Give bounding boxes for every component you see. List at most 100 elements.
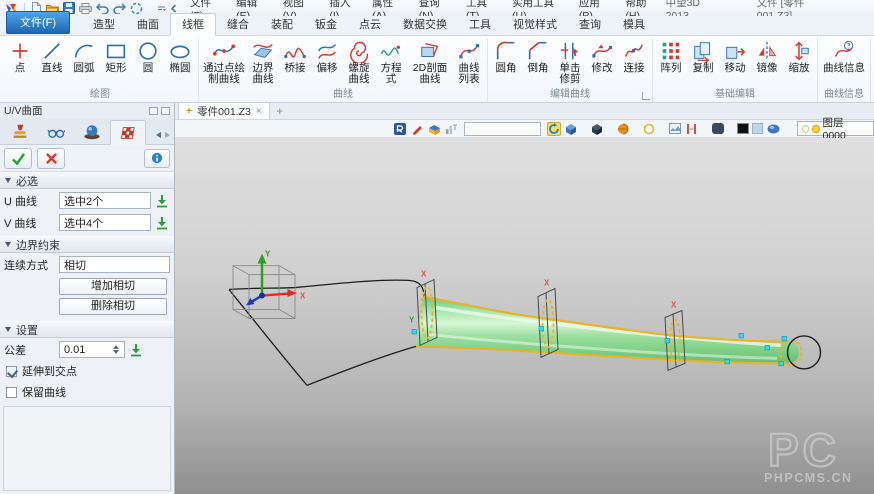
move-button[interactable]: 移动 [719,38,751,75]
curve-info-button[interactable]: 曲线信息 [820,38,868,77]
u-curve-pick-icon[interactable] [154,193,170,209]
document-tab-active[interactable]: + 零件001.Z3 × [178,102,270,119]
tolerance-pick-icon[interactable] [128,342,144,358]
collapse-ribbon-icon[interactable] [170,4,177,13]
tab-shape[interactable]: 造型 [82,14,126,35]
hatch-icon[interactable] [685,122,699,136]
mesh-surface-icon [119,124,138,142]
line-button[interactable]: 直线 [36,38,68,77]
layer-selector[interactable]: 图层0000 [797,121,874,136]
bridge-curve-button[interactable]: 桥接 [279,38,311,77]
pattern-button[interactable]: 阵列 [655,38,687,75]
section-required[interactable]: 必选 [0,172,174,189]
curve-list-button[interactable]: 曲线列表 [453,38,485,86]
face-color-swatch[interactable] [752,123,764,134]
close-tab-icon[interactable]: × [256,106,262,117]
tab-scroll-left-icon[interactable] [156,132,161,138]
extend-checkbox-row[interactable]: 延伸到交点 [0,360,174,381]
curve-through-points-button[interactable]: 通过点绘制曲线 [201,38,247,88]
rectangle-button[interactable]: 矩形 [100,38,132,77]
tab-tools[interactable]: 工具 [458,14,502,35]
tab-visibility[interactable] [38,119,74,144]
extend-checkbox[interactable] [6,366,17,377]
cancel-button[interactable] [37,148,65,169]
arc-button[interactable]: 圆弧 [68,38,100,77]
viewport-toolbar: 图层0000 [175,120,874,138]
tab-pointcloud[interactable]: 点云 [348,14,392,35]
tab-scroll-right-icon[interactable] [165,132,170,138]
edit-curve-dialog-launcher-icon[interactable] [642,92,650,100]
material-icon[interactable] [766,122,780,136]
view-combo-box[interactable] [464,122,541,136]
qat-customize-icon[interactable] [157,4,166,13]
regen-icon[interactable] [130,2,143,15]
tab-mold[interactable]: 模具 [612,14,656,35]
tab-wireframe[interactable]: 线框 [170,13,216,36]
mirror-button[interactable]: 镜像 [751,38,783,75]
fillet-button[interactable]: 圆角 [490,38,522,77]
tab-heal[interactable]: 缝合 [216,14,260,35]
section-boundary[interactable]: 边界约束 [0,236,174,253]
tab-history[interactable] [2,119,38,144]
light-icon[interactable] [642,122,656,136]
connect-curve-button[interactable]: 连接 [618,38,650,77]
add-tangent-button[interactable]: 增加相切 [59,278,167,295]
print-icon[interactable] [79,3,92,14]
erase-icon[interactable] [410,122,424,136]
rotate-view-icon[interactable] [547,122,561,136]
ellipse-button[interactable]: 椭圆 [164,38,196,75]
viewport-3d[interactable]: X Y X Y X X [175,138,874,494]
offset-curve-button[interactable]: 偏移 [311,38,343,77]
remove-tangent-button[interactable]: 删除相切 [59,298,167,315]
tab-sheetmetal[interactable]: 钣金 [304,14,348,35]
shade-swatch-icon[interactable] [711,122,725,136]
copy-button[interactable]: 复制 [687,38,719,75]
click-trim-button[interactable]: 单击修剪 [554,38,586,88]
watermark-text: PHPCMS.CN [764,471,853,485]
tolerance-input[interactable]: 0.01 [59,341,125,358]
line-color-swatch[interactable] [737,123,749,134]
point-button[interactable]: 点 [4,38,36,77]
wireframe-curves[interactable] [229,280,424,385]
keep-curves-checkbox[interactable] [6,387,17,398]
circle-button[interactable]: 圆 [132,38,164,75]
tab-render[interactable] [74,119,110,144]
info-button[interactable] [144,149,170,168]
background-image-icon[interactable] [668,122,682,136]
confirm-button[interactable] [4,148,32,169]
u-curve-input[interactable]: 选中2个 [59,192,151,209]
equation-curve-button[interactable]: 方程式 [375,38,407,86]
tab-visual-style[interactable]: 视觉样式 [502,14,568,35]
check-icon [11,152,26,165]
redo-icon[interactable] [113,3,126,14]
continuity-select[interactable]: 相切 [59,256,170,273]
section-settings[interactable]: 设置 [0,321,174,338]
tab-uv-surface[interactable] [110,120,146,145]
v-curve-input[interactable]: 选中4个 [59,214,151,231]
display-mode-icon[interactable] [590,122,604,136]
new-document-tab[interactable]: + [270,104,290,119]
section-collapse-icon [5,242,11,247]
display-filter-icon[interactable] [444,122,458,136]
section-curve-2d-button[interactable]: 2D剖面曲线 [407,38,453,88]
file-menu-button[interactable]: 文件(F) [6,11,70,34]
panel-close-icon[interactable] [161,107,170,115]
tab-inquire[interactable]: 查询 [568,14,612,35]
undo-icon[interactable] [96,3,109,14]
scale-button[interactable]: 缩放 [783,38,815,75]
keep-curves-checkbox-row[interactable]: 保留曲线 [0,381,174,402]
chamfer-button[interactable]: 倒角 [522,38,554,77]
render-mode-icon[interactable] [616,122,630,136]
panel-float-icon[interactable] [149,107,158,115]
tab-data-exchange[interactable]: 数据交换 [392,14,458,35]
v-curve-pick-icon[interactable] [154,215,170,231]
boundary-curve-button[interactable]: 边界曲线 [247,38,279,88]
show-hide-icon[interactable] [427,122,441,136]
pick-filter-icon[interactable] [393,122,407,136]
tolerance-spinner[interactable] [112,345,120,354]
spiral-curve-button[interactable]: 螺旋曲线 [343,38,375,88]
modify-curve-button[interactable]: 修改 [586,38,618,75]
tab-assembly[interactable]: 装配 [260,14,304,35]
tab-surface[interactable]: 曲面 [126,14,170,35]
view-orientation-icon[interactable] [564,122,578,136]
